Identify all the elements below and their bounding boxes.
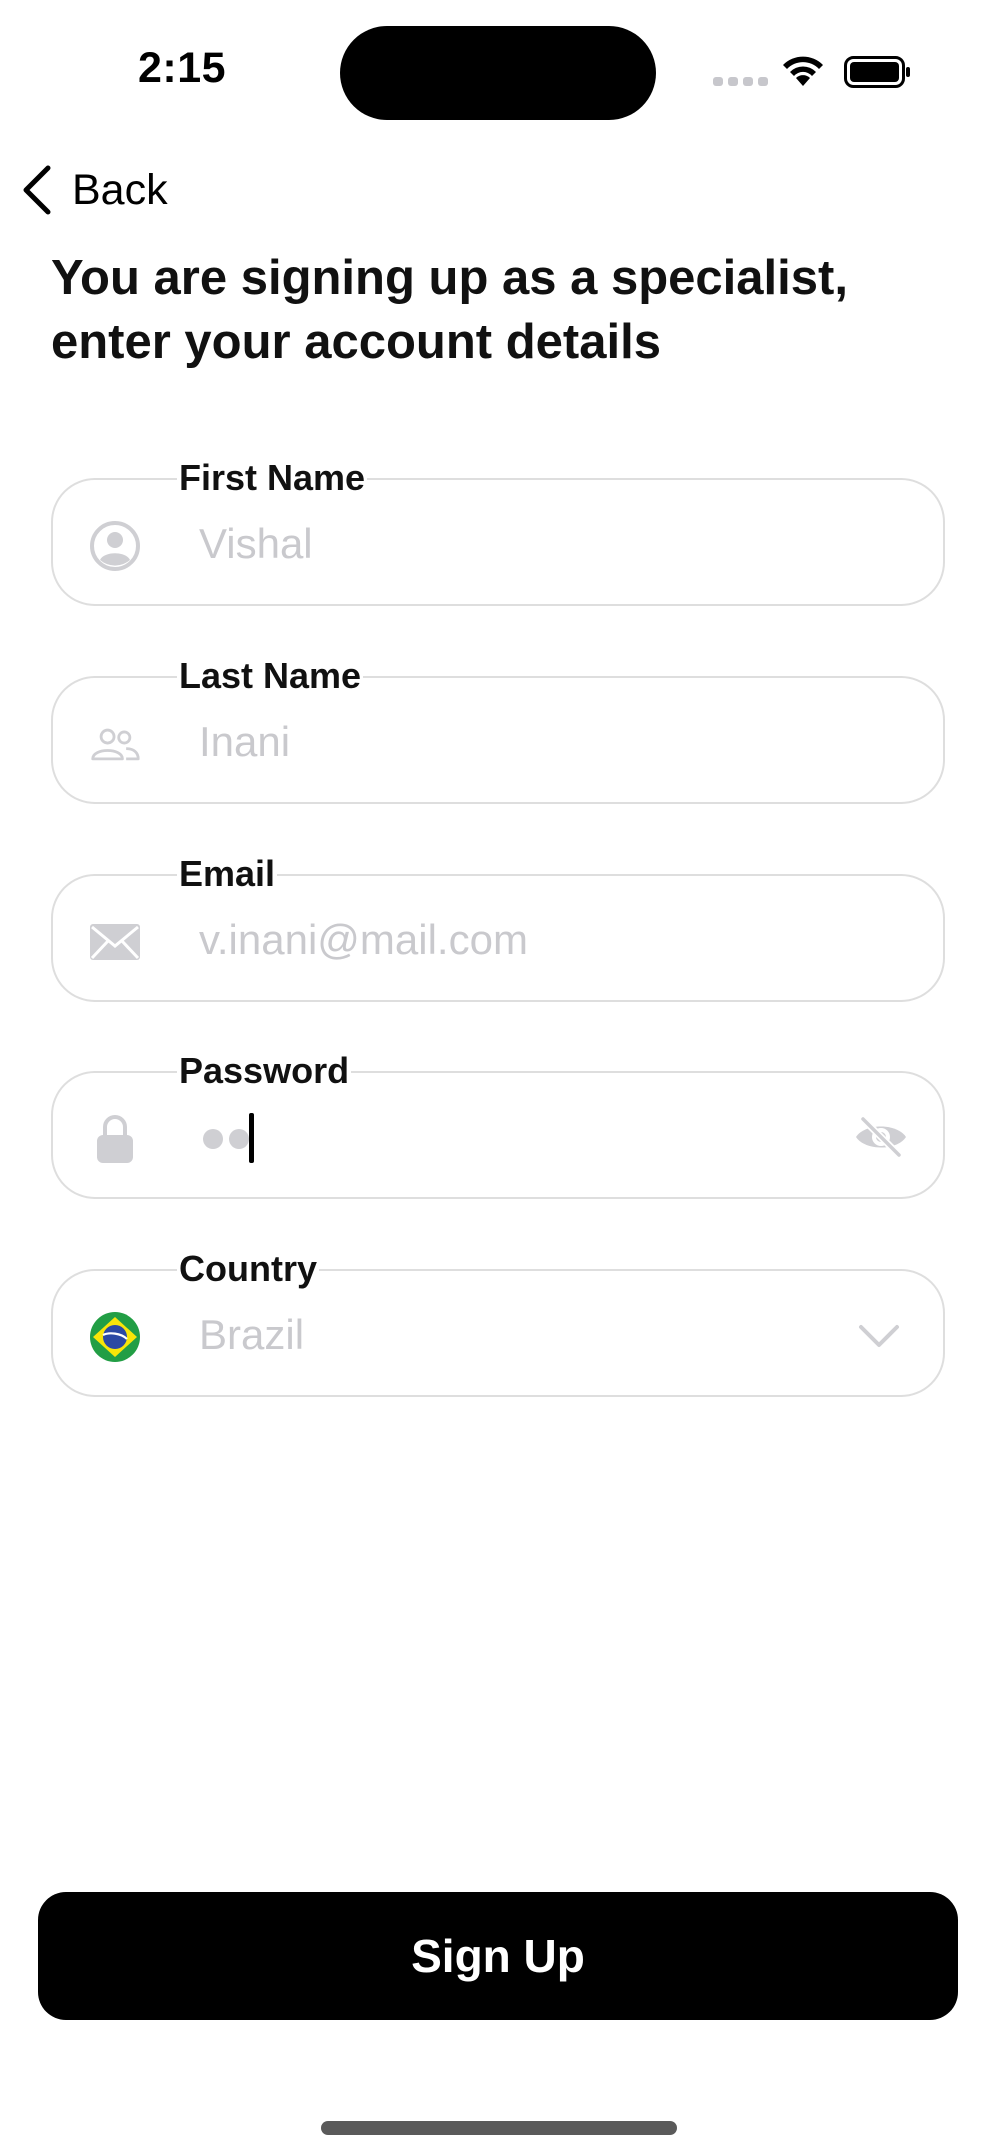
last-name-input[interactable]: Inani [199,716,290,768]
country-label: Country [177,1247,319,1291]
brazil-flag-icon [89,1311,141,1363]
lock-icon [89,1113,141,1165]
page-title: You are signing up as a specialist, ente… [51,251,848,369]
wifi-icon [783,56,823,86]
country-select[interactable]: Country Brazil [51,1247,945,1397]
sign-up-button[interactable]: Sign Up [38,1892,958,2020]
first-name-input[interactable]: Vishal [199,518,313,570]
last-name-field[interactable]: Last Name Inani [51,654,945,804]
password-field[interactable]: Password [51,1049,945,1199]
password-label: Password [177,1049,352,1093]
home-indicator [321,2121,677,2135]
people-icon [89,718,141,770]
last-name-label: Last Name [177,654,364,698]
signup-screen: 2:15 Back You are signing up as a specia… [0,0,992,2154]
status-time: 2:15 [138,44,227,92]
chevron-down-icon [859,1325,899,1347]
text-caret [249,1113,254,1163]
password-mask-dot [203,1129,223,1149]
dynamic-island [340,26,656,120]
envelope-icon [89,916,141,968]
back-label: Back [72,165,168,214]
back-button[interactable]: Back [18,162,168,218]
person-circle-icon [89,520,141,572]
eye-slash-icon[interactable] [853,1115,909,1159]
country-value: Brazil [199,1311,305,1358]
password-mask-dot [229,1129,249,1149]
first-name-label: First Name [177,456,368,500]
email-label: Email [177,852,278,896]
email-field[interactable]: Email v.inani@mail.com [51,852,945,1002]
chevron-left-icon [23,165,51,215]
battery-icon [844,56,910,88]
cellular-signal-icon [713,77,769,86]
email-input[interactable]: v.inani@mail.com [199,914,528,966]
first-name-field[interactable]: First Name Vishal [51,456,945,606]
password-input[interactable] [203,1129,249,1149]
